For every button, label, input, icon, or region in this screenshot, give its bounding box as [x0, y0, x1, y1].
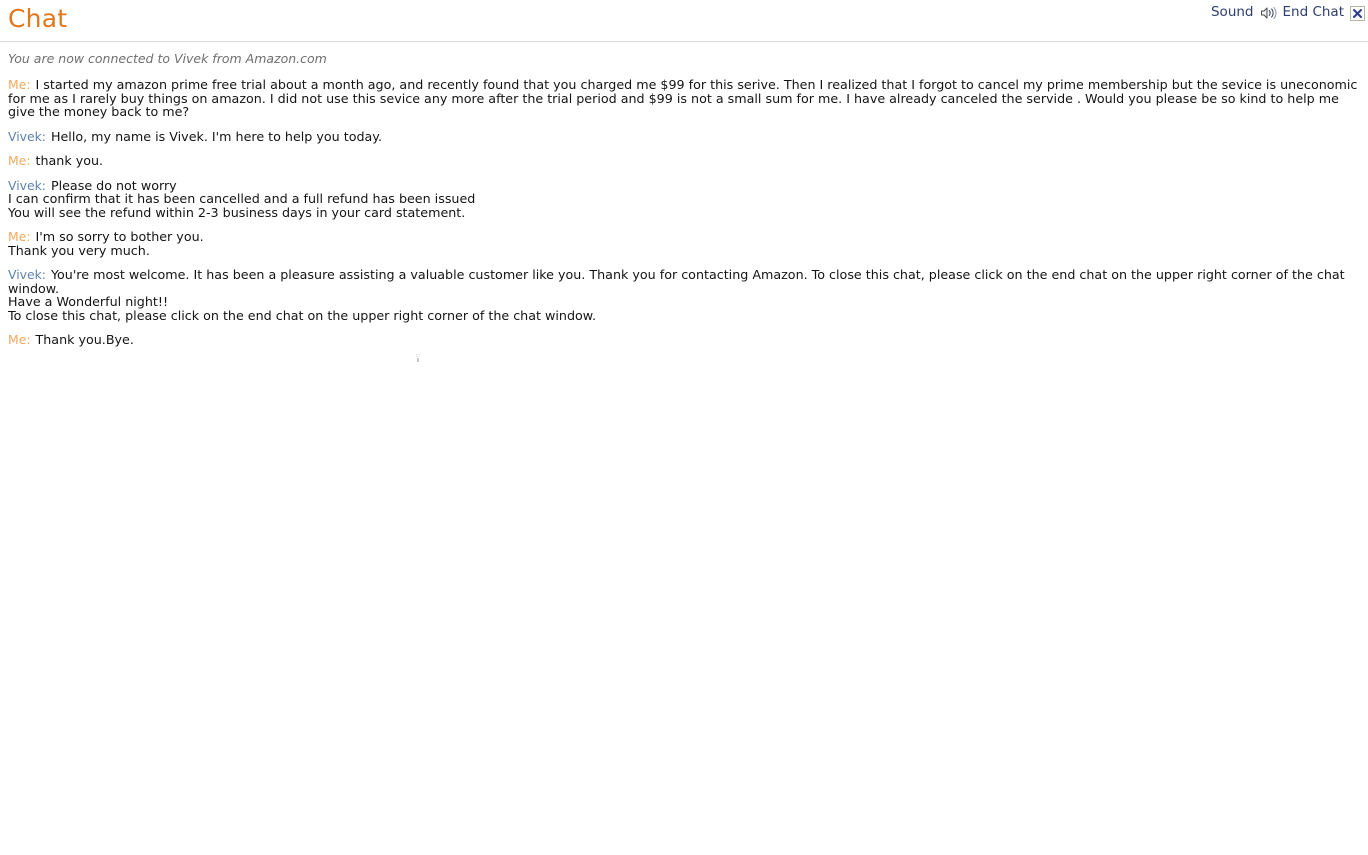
chat-message: Me: thank you.	[0, 154, 1368, 168]
end-chat-button[interactable]: End Chat	[1283, 4, 1345, 20]
chat-message: Me: Thank you.Bye.	[0, 333, 1368, 347]
speaker-icon[interactable]	[1260, 5, 1277, 21]
message-speaker: Vivek:	[8, 128, 46, 144]
message-speaker: Me:	[8, 153, 31, 169]
message-line: To close this chat, please click on the …	[8, 307, 597, 323]
connection-status: You are now connected to Vivek from Amaz…	[8, 51, 327, 66]
message-line: I started my amazon prime free trial abo…	[8, 77, 1358, 120]
page-title: Chat	[8, 4, 68, 33]
message-line: Have a Wonderful night!!	[8, 294, 169, 310]
message-line: Thank you.Bye.	[35, 332, 134, 348]
text-cursor-artifact	[416, 354, 420, 362]
chat-transcript: You are now connected to Vivek from Amaz…	[0, 42, 1368, 362]
chat-header: Chat Sound End Chat	[0, 0, 1368, 42]
message-line: You're most welcome. It has been a pleas…	[8, 267, 1345, 296]
header-controls: Sound End Chat	[1211, 4, 1365, 21]
sound-button[interactable]: Sound	[1211, 4, 1254, 20]
message-line: Thank you very much.	[8, 242, 150, 258]
message-line: thank you.	[35, 153, 104, 169]
message-speaker: Me:	[8, 332, 31, 348]
chat-message: Me: I started my amazon prime free trial …	[0, 78, 1368, 119]
chat-message: Vivek: Hello, my name is Vivek. I'm here …	[0, 128, 1368, 144]
message-line: I can confirm that it has been cancelled…	[8, 191, 476, 207]
close-x-icon[interactable]	[1350, 5, 1365, 21]
chat-message: Me: I'm so sorry to bother you. Thank you…	[0, 230, 1368, 257]
message-line: Hello, my name is Vivek. I'm here to hel…	[50, 128, 383, 144]
message-line: You will see the refund within 2-3 busin…	[8, 204, 466, 220]
chat-message: Vivek: You're most welcome. It has been a…	[0, 268, 1368, 322]
chat-message: Vivek: Please do not worry I can confirm …	[0, 179, 1368, 220]
